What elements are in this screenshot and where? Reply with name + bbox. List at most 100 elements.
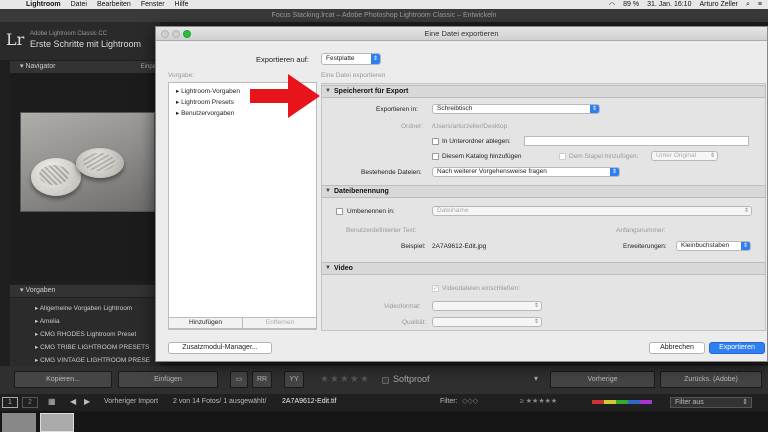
stack-position-select[interactable]: Unter Original ⇕: [651, 151, 718, 161]
softproof-checkbox[interactable]: [382, 377, 389, 384]
wifi-icon[interactable]: ◠: [609, 1, 615, 9]
zoom-window-icon[interactable]: [183, 30, 191, 38]
add-preset-button[interactable]: Hinzufügen: [169, 318, 243, 328]
preset-column-label: Vorgabe:: [168, 72, 195, 79]
menu-app[interactable]: Lightroom: [26, 1, 61, 8]
filmstrip-count: 2 von 14 Fotos/ 1 ausgewählt/: [173, 398, 267, 405]
paste-settings-button[interactable]: Einfügen: [118, 371, 218, 388]
tree-benutzervorgaben[interactable]: ▸ Benutzervorgaben: [176, 109, 234, 117]
presets-panel-header[interactable]: ▾ Vorgaben: [10, 285, 160, 297]
tree-lightroom-vorgaben[interactable]: ▸ Lightroom-Vorgaben: [176, 87, 240, 95]
chevron-updown-icon: ⇕: [742, 399, 748, 406]
export-to-label: Exportieren auf:: [256, 55, 309, 64]
subfolder-checkbox[interactable]: [432, 138, 439, 145]
filmstrip[interactable]: [0, 411, 768, 432]
softproof-label: Softproof: [393, 374, 430, 384]
preset-folder[interactable]: ▸ CMG TRIBE LIGHTROOM PRESETS: [35, 343, 149, 351]
chevron-updown-icon: ⇕: [533, 303, 540, 309]
before-after-split-icon[interactable]: YY: [284, 371, 304, 388]
lightroom-logo: Lr: [6, 30, 25, 49]
presets-list: ▸ Allgemeine Vorgaben Lightroom ▸ Amelia…: [10, 298, 160, 366]
section-export-location-header[interactable]: ▼ Speicherort für Export: [321, 85, 766, 98]
close-window-icon[interactable]: [161, 30, 169, 38]
rename-template-select[interactable]: Dateiname ⇕: [432, 206, 752, 216]
chevron-updown-icon: ⇕: [743, 208, 750, 214]
color-label-filter[interactable]: [592, 400, 652, 404]
tree-lightroom-presets[interactable]: ▸ Lightroom Presets: [176, 98, 234, 106]
example-filename: 2A7A9612-Edit.jpg: [432, 243, 487, 250]
section-file-naming-header[interactable]: ▼ Dateibenennung: [321, 185, 766, 198]
rename-checkbox[interactable]: [336, 208, 343, 215]
page-1-button[interactable]: 1: [2, 397, 18, 408]
preset-buttons: Hinzufügen Entfernen: [168, 317, 317, 329]
rating-stars-icon[interactable]: ★★★★★: [320, 374, 370, 385]
grid-view-icon[interactable]: ▦: [48, 397, 56, 406]
video-format-label: Videoformat:: [384, 303, 421, 310]
battery-status[interactable]: 89 %: [623, 1, 639, 8]
custom-text-label: Benutzerdefinierter Text:: [346, 227, 417, 234]
rating-filter-icon[interactable]: ≥ ★★★★★: [520, 397, 557, 405]
video-quality-select[interactable]: ⇕: [432, 317, 542, 327]
search-icon[interactable]: ⌕: [746, 1, 750, 9]
navigator-panel-header[interactable]: ▾ Navigator Einpa: [10, 61, 160, 73]
flag-filter-icon[interactable]: ◇◇◇: [462, 397, 478, 405]
macos-menubar: Lightroom Datei Bearbeiten Fenster Hilfe…: [0, 0, 768, 9]
cancel-button[interactable]: Abbrechen: [649, 342, 705, 354]
menu-bearbeiten[interactable]: Bearbeiten: [97, 1, 131, 8]
add-to-stack-checkbox[interactable]: [559, 153, 566, 160]
chevron-updown-icon: ⇕: [741, 242, 750, 250]
preset-folder[interactable]: ▸ Allgemeine Vorgaben Lightroom: [35, 304, 132, 312]
export-in-select[interactable]: Schreibtisch ⇕: [432, 104, 600, 114]
back-arrow-icon[interactable]: ◀: [70, 397, 76, 406]
filmstrip-thumbnail-selected[interactable]: [40, 413, 74, 432]
add-to-catalog-checkbox[interactable]: [432, 153, 439, 160]
filmstrip-filename[interactable]: 2A7A9612-Edit.tif: [282, 398, 336, 405]
rename-label: Umbenennen in:: [347, 208, 395, 215]
export-in-label: Exportieren in:: [376, 106, 418, 113]
remove-preset-button[interactable]: Entfernen: [243, 318, 317, 328]
menu-fenster[interactable]: Fenster: [141, 1, 165, 8]
filmstrip-header: 1 2 ▦ ◀ ▶ Vorheriger Import 2 von 14 Fot…: [0, 394, 768, 411]
red-annotation-arrow-icon: [250, 74, 320, 118]
existing-files-select[interactable]: Nach weiterer Vorgehensweise fragen ⇕: [432, 167, 620, 177]
example-label: Beispiel:: [401, 243, 426, 250]
navigator-preview-image[interactable]: [20, 112, 155, 212]
minimize-window-icon[interactable]: [172, 30, 180, 38]
previous-settings-button[interactable]: Vorherige: [550, 371, 655, 388]
extensions-select[interactable]: Kleinbuchstaben ⇕: [676, 241, 751, 251]
copy-settings-button[interactable]: Kopieren...: [14, 371, 112, 388]
page-2-button[interactable]: 2: [22, 397, 38, 408]
include-video-checkbox[interactable]: [432, 284, 439, 292]
lightroom-product-name: Adobe Lightroom Classic CC: [30, 31, 108, 37]
filter-preset-select[interactable]: Filter aus ⇕: [670, 397, 752, 408]
menubar-user[interactable]: Arturo Zeller: [699, 1, 738, 8]
loupe-view-icon[interactable]: ▭: [230, 371, 248, 388]
toolbar-menu-triangle-icon[interactable]: ▾: [534, 374, 538, 383]
filmstrip-source[interactable]: Vorheriger Import: [104, 398, 158, 405]
start-number-label: Anfangsnummer:: [616, 227, 666, 234]
menu-list-icon[interactable]: ≡: [758, 1, 762, 8]
filmstrip-thumbnail[interactable]: [2, 413, 36, 432]
reset-button[interactable]: Zurücks. (Adobe): [660, 371, 762, 388]
menu-datei[interactable]: Datei: [71, 1, 87, 8]
export-to-select[interactable]: Festplatte ⇕: [321, 53, 381, 65]
preset-folder[interactable]: ▸ CMG RHODES Lightroom Preset: [35, 330, 136, 338]
before-after-icon[interactable]: RR: [252, 371, 272, 388]
navigator-zoom-mode[interactable]: Einpa: [141, 61, 156, 73]
subfolder-input[interactable]: [524, 136, 749, 146]
chevron-updown-icon: ⇕: [533, 319, 540, 325]
menubar-clock[interactable]: 31. Jan. 16:10: [647, 1, 691, 8]
preset-folder[interactable]: ▸ Amelia: [35, 317, 60, 325]
export-button[interactable]: Exportieren: [709, 342, 765, 354]
section-video-header[interactable]: ▼ Video: [321, 262, 766, 275]
preset-folder[interactable]: ▸ CMG VINTAGE LIGHTROOM PRESE: [35, 356, 150, 364]
video-format-select[interactable]: ⇕: [432, 301, 542, 311]
folder-label: Ordner:: [401, 123, 424, 130]
lightroom-window-title: Focus Stacking.lrcat – Adobe Photoshop L…: [0, 9, 768, 22]
plugin-manager-button[interactable]: Zusatzmodul-Manager...: [168, 342, 272, 354]
menu-hilfe[interactable]: Hilfe: [175, 1, 189, 8]
folder-path: /Users/arturzeller/Desktop: [432, 123, 508, 130]
chevron-updown-icon: ⇕: [590, 105, 599, 113]
forward-arrow-icon[interactable]: ▶: [84, 397, 90, 406]
disclosure-open-icon: ▼: [325, 188, 331, 194]
